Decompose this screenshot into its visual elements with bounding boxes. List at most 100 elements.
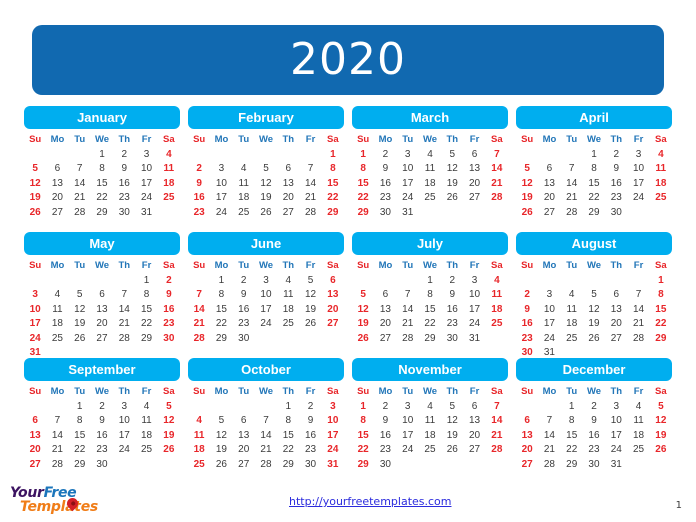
day-cell[interactable]: 2 — [91, 399, 113, 414]
day-cell[interactable]: 23 — [516, 331, 538, 346]
day-cell[interactable]: 5 — [158, 399, 180, 414]
day-cell[interactable]: 26 — [24, 205, 46, 220]
day-cell[interactable]: 6 — [605, 288, 627, 303]
day-cell[interactable]: 7 — [627, 288, 649, 303]
day-cell[interactable]: 22 — [135, 317, 157, 332]
day-cell[interactable]: 14 — [627, 302, 649, 317]
day-cell[interactable]: 8 — [352, 162, 374, 177]
day-cell[interactable]: 10 — [605, 414, 627, 429]
day-cell[interactable]: 15 — [135, 302, 157, 317]
day-cell[interactable]: 13 — [322, 288, 344, 303]
day-cell[interactable]: 22 — [352, 443, 374, 458]
day-cell[interactable]: 28 — [627, 331, 649, 346]
day-cell[interactable]: 8 — [91, 162, 113, 177]
day-cell[interactable]: 20 — [91, 317, 113, 332]
day-cell[interactable]: 12 — [255, 176, 277, 191]
day-cell[interactable]: 25 — [135, 443, 157, 458]
day-cell[interactable]: 25 — [650, 191, 672, 206]
day-cell[interactable]: 8 — [322, 162, 344, 177]
day-cell[interactable]: 13 — [374, 302, 396, 317]
day-cell[interactable]: 3 — [210, 162, 232, 177]
day-cell[interactable]: 4 — [419, 147, 441, 162]
day-cell[interactable]: 12 — [583, 302, 605, 317]
day-cell[interactable]: 18 — [627, 428, 649, 443]
day-cell[interactable]: 13 — [463, 162, 485, 177]
day-cell[interactable]: 10 — [538, 302, 560, 317]
day-cell[interactable]: 26 — [650, 443, 672, 458]
day-cell[interactable]: 21 — [397, 317, 419, 332]
day-cell[interactable]: 26 — [69, 331, 91, 346]
day-cell[interactable]: 24 — [397, 443, 419, 458]
day-cell[interactable]: 1 — [561, 399, 583, 414]
day-cell[interactable]: 5 — [24, 162, 46, 177]
day-cell[interactable]: 26 — [158, 443, 180, 458]
day-cell[interactable]: 14 — [538, 428, 560, 443]
day-cell[interactable]: 11 — [135, 414, 157, 429]
day-cell[interactable]: 19 — [352, 317, 374, 332]
day-cell[interactable]: 16 — [158, 302, 180, 317]
day-cell[interactable]: 30 — [113, 205, 135, 220]
day-cell[interactable]: 15 — [561, 428, 583, 443]
day-cell[interactable]: 31 — [397, 205, 419, 220]
day-cell[interactable]: 20 — [46, 191, 68, 206]
day-cell[interactable]: 24 — [135, 191, 157, 206]
day-cell[interactable]: 25 — [486, 317, 508, 332]
day-cell[interactable]: 24 — [397, 191, 419, 206]
day-cell[interactable]: 24 — [322, 443, 344, 458]
day-cell[interactable]: 21 — [538, 443, 560, 458]
day-cell[interactable]: 28 — [486, 443, 508, 458]
day-cell[interactable]: 29 — [277, 457, 299, 472]
day-cell[interactable]: 14 — [397, 302, 419, 317]
day-cell[interactable]: 8 — [69, 414, 91, 429]
day-cell[interactable]: 30 — [374, 205, 396, 220]
day-cell[interactable]: 26 — [299, 317, 321, 332]
day-cell[interactable]: 9 — [91, 414, 113, 429]
day-cell[interactable]: 25 — [188, 457, 210, 472]
day-cell[interactable]: 2 — [233, 273, 255, 288]
day-cell[interactable]: 18 — [561, 317, 583, 332]
day-cell[interactable]: 6 — [233, 414, 255, 429]
day-cell[interactable]: 3 — [605, 399, 627, 414]
day-cell[interactable]: 18 — [277, 302, 299, 317]
day-cell[interactable]: 26 — [255, 205, 277, 220]
day-cell[interactable]: 14 — [561, 176, 583, 191]
day-cell[interactable]: 1 — [322, 147, 344, 162]
day-cell[interactable]: 28 — [397, 331, 419, 346]
day-cell[interactable]: 20 — [277, 191, 299, 206]
day-cell[interactable]: 21 — [255, 443, 277, 458]
day-cell[interactable]: 19 — [516, 191, 538, 206]
day-cell[interactable]: 15 — [69, 428, 91, 443]
day-cell[interactable]: 22 — [352, 191, 374, 206]
day-cell[interactable]: 9 — [158, 288, 180, 303]
day-cell[interactable]: 7 — [299, 162, 321, 177]
day-cell[interactable]: 20 — [605, 317, 627, 332]
day-cell[interactable]: 1 — [135, 273, 157, 288]
day-cell[interactable]: 25 — [419, 191, 441, 206]
day-cell[interactable]: 2 — [113, 147, 135, 162]
day-cell[interactable]: 17 — [113, 428, 135, 443]
day-cell[interactable]: 3 — [397, 147, 419, 162]
day-cell[interactable]: 2 — [158, 273, 180, 288]
day-cell[interactable]: 2 — [583, 399, 605, 414]
day-cell[interactable]: 12 — [24, 176, 46, 191]
day-cell[interactable]: 28 — [299, 205, 321, 220]
day-cell[interactable]: 16 — [233, 302, 255, 317]
day-cell[interactable]: 5 — [255, 162, 277, 177]
day-cell[interactable]: 5 — [441, 399, 463, 414]
day-cell[interactable]: 25 — [233, 205, 255, 220]
day-cell[interactable]: 12 — [352, 302, 374, 317]
day-cell[interactable]: 29 — [352, 205, 374, 220]
day-cell[interactable]: 29 — [210, 331, 232, 346]
day-cell[interactable]: 24 — [605, 443, 627, 458]
day-cell[interactable]: 1 — [69, 399, 91, 414]
day-cell[interactable]: 25 — [277, 317, 299, 332]
day-cell[interactable]: 6 — [463, 147, 485, 162]
day-cell[interactable]: 12 — [441, 414, 463, 429]
day-cell[interactable]: 17 — [322, 428, 344, 443]
day-cell[interactable]: 5 — [210, 414, 232, 429]
day-cell[interactable]: 18 — [419, 428, 441, 443]
day-cell[interactable]: 14 — [69, 176, 91, 191]
day-cell[interactable]: 8 — [650, 288, 672, 303]
day-cell[interactable]: 28 — [188, 331, 210, 346]
day-cell[interactable]: 9 — [374, 162, 396, 177]
